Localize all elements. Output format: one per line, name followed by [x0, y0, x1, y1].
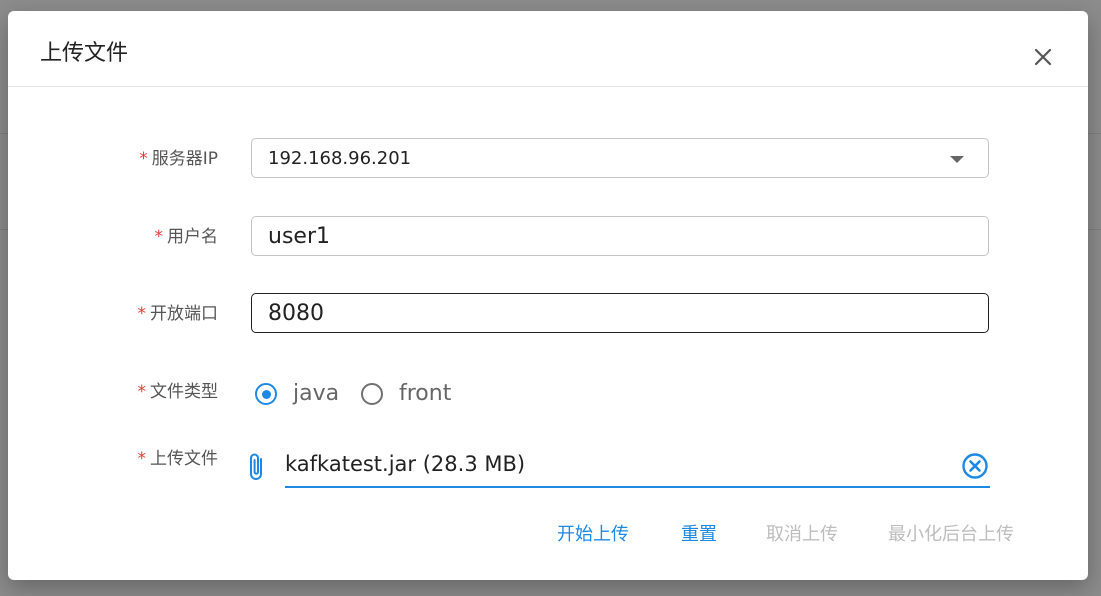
dialog-header: 上传文件: [8, 11, 1088, 87]
clear-circle-icon[interactable]: [961, 452, 989, 480]
upload-file-row: kafkatest.jar (28.3 MB): [244, 448, 990, 488]
radio-front-label: front: [399, 381, 452, 406]
required-mark: *: [137, 304, 147, 324]
close-button[interactable]: [1029, 43, 1057, 71]
username-label-text: 用户名: [167, 227, 218, 247]
server-ip-label: * 服务器IP: [8, 147, 218, 171]
upload-dialog: 上传文件 * 服务器IP 192.168.96.201 * 用户名 user1 * 开…: [8, 11, 1088, 580]
cancel-upload-button[interactable]: 取消上传: [766, 522, 838, 548]
upload-file-input[interactable]: kafkatest.jar (28.3 MB): [285, 448, 990, 488]
close-icon: [1034, 48, 1052, 66]
upload-file-value: kafkatest.jar (28.3 MB): [285, 452, 526, 476]
port-value: 8080: [268, 301, 324, 326]
paperclip-icon[interactable]: [244, 450, 270, 484]
server-ip-label-text: 服务器IP: [151, 149, 218, 169]
dropdown-arrow-icon: [950, 156, 964, 163]
minimize-background-upload-button[interactable]: 最小化后台上传: [888, 522, 1014, 548]
server-ip-select[interactable]: 192.168.96.201: [251, 138, 989, 178]
start-upload-button[interactable]: 开始上传: [557, 522, 629, 548]
radio-java-label: java: [293, 381, 340, 406]
file-type-label-text: 文件类型: [150, 382, 218, 402]
file-type-label: * 文件类型: [8, 380, 219, 404]
required-mark: *: [154, 227, 164, 247]
port-input[interactable]: 8080: [251, 293, 989, 333]
required-mark: *: [137, 382, 147, 402]
username-input[interactable]: user1: [251, 216, 989, 256]
radio-checked-icon: [255, 383, 277, 405]
upload-file-label-text: 上传文件: [150, 449, 218, 469]
port-label-text: 开放端口: [150, 304, 218, 324]
dialog-title: 上传文件: [40, 41, 129, 66]
username-label: * 用户名: [8, 225, 219, 249]
server-ip-value: 192.168.96.201: [268, 148, 412, 169]
required-mark: *: [139, 149, 148, 169]
radio-unchecked-icon: [361, 383, 383, 405]
port-label: * 开放端口: [8, 302, 219, 326]
username-value: user1: [268, 224, 330, 249]
reset-button[interactable]: 重置: [681, 522, 717, 548]
upload-file-label: * 上传文件: [8, 447, 219, 471]
required-mark: *: [137, 449, 147, 469]
dialog-actions: 开始上传 重置 取消上传 最小化后台上传: [8, 522, 1088, 550]
